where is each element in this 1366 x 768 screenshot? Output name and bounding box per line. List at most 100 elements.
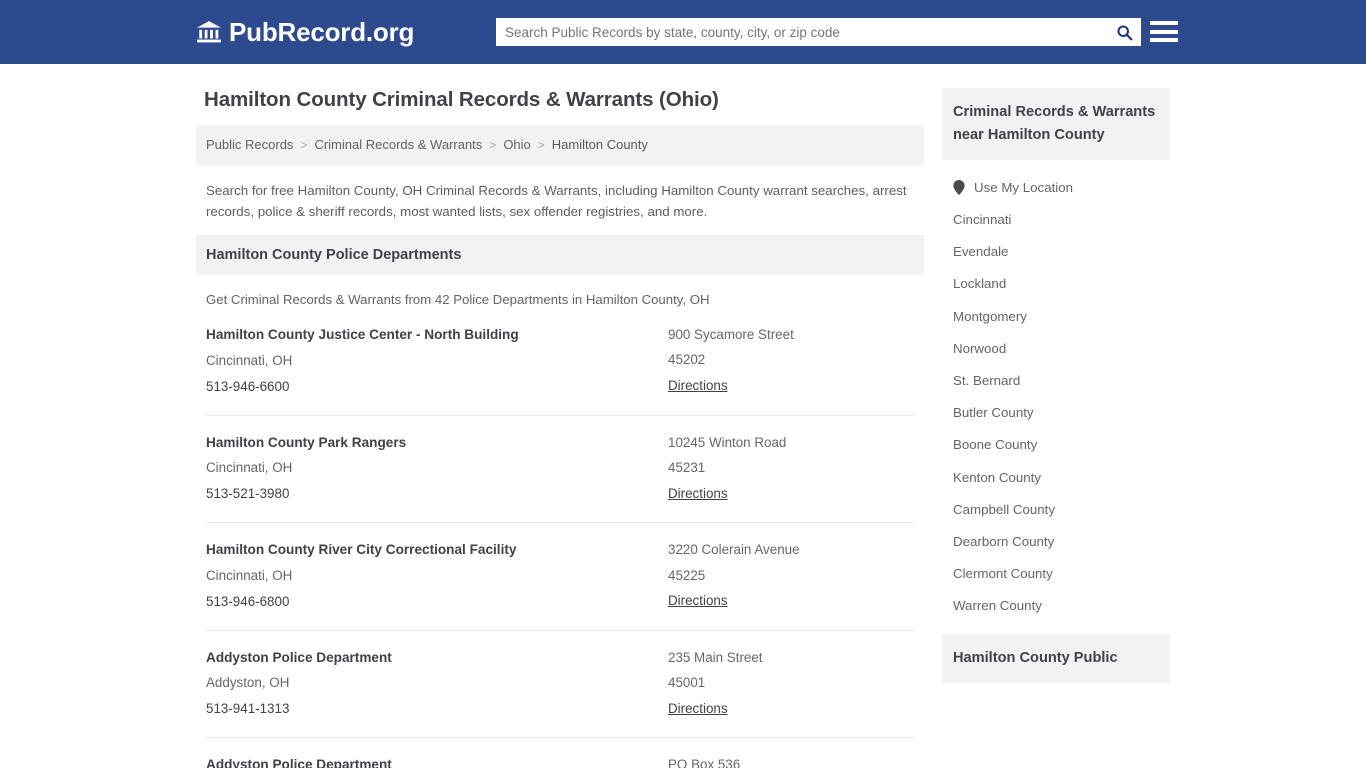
record-info: Hamilton County River City Correctional … [206,537,668,615]
sidebar-item-dearborn-county[interactable]: Dearborn County [942,525,1170,557]
record-zip: 45001 [668,675,706,691]
section-subtitle: Get Criminal Records & Warrants from 42 … [206,291,710,307]
record-info: Addyston Police DepartmentAddyston, OH51… [206,752,668,768]
sidebar-title: Criminal Records & Warrants near Hamilto… [942,88,1170,161]
record-city-state: Cincinnati, OH [206,460,293,476]
record-city-state: Addyston, OH [206,675,290,691]
search-bar [496,18,1141,46]
record-address-block: 10245 Winton Road 45231 Directions [668,430,914,508]
record-phone: 513-946-6800 [206,593,290,609]
breadcrumb-item-criminal-records[interactable]: Criminal Records & Warrants [314,137,482,154]
directions-link[interactable]: Directions [668,588,728,614]
record-city-state: Cincinnati, OH [206,567,293,583]
sidebar-item-label: Lockland [953,276,1007,292]
sidebar-item-norwood[interactable]: Norwood [942,332,1170,364]
sidebar-item-kenton-county[interactable]: Kenton County [942,461,1170,493]
breadcrumb-item-hamilton-county: Hamilton County [551,137,648,152]
sidebar-item-label: Dearborn County [953,533,1055,549]
record-name[interactable]: Hamilton County Justice Center - North B… [206,322,668,348]
record-name[interactable]: Addyston Police Department [206,645,668,671]
record-phone: 513-941-1313 [206,701,290,717]
record-info: Hamilton County Justice Center - North B… [206,322,668,400]
page-body: Hamilton County Criminal Records & Warra… [0,64,1366,768]
record-address: 3220 Colerain Avenue [668,542,800,558]
site-header: PubRecord.org [0,0,1366,64]
breadcrumb-separator: > [489,137,497,152]
table-row: Addyston Police DepartmentAddyston, OH51… [206,737,914,768]
sidebar-item-label: St. Bernard [953,372,1021,388]
section-title: Hamilton County Police Departments [196,234,924,275]
sidebar-item-label: Use My Location [974,179,1074,195]
record-name[interactable]: Addyston Police Department [206,752,668,768]
search-button[interactable] [1107,18,1141,46]
sidebar-item-evendale[interactable]: Evendale [942,236,1170,268]
content-wrapper: Hamilton County Criminal Records & Warra… [196,64,1170,768]
site-logo-text: PubRecord.org [229,17,415,47]
records-list: Hamilton County Justice Center - North B… [196,320,924,768]
sidebar-item-label: Boone County [953,437,1038,453]
record-info: Hamilton County Park Rangers Cincinnati, … [206,430,668,508]
hamburger-menu-icon-bar [1150,29,1178,34]
sidebar-item-label: Evendale [953,244,1009,260]
page-title: Hamilton County Criminal Records & Warra… [204,88,719,111]
sidebar-item-label: Clermont County [953,566,1053,582]
main-content: Hamilton County Criminal Records & Warra… [196,88,924,768]
breadcrumb: Public Records > Criminal Records & Warr… [196,125,924,166]
table-row: Hamilton County Park Rangers Cincinnati, … [206,414,914,523]
hamburger-menu-icon [1150,21,1178,25]
record-zip: 45231 [668,459,706,475]
sidebar-item-campbell-county[interactable]: Campbell County [942,493,1170,525]
record-name[interactable]: Hamilton County Park Rangers [206,430,668,456]
sidebar-item-boone-county[interactable]: Boone County [942,429,1170,461]
record-address-block: 235 Main Street 45001 Directions [668,645,914,723]
sidebar-item-use-my-location[interactable]: Use My Location [942,171,1170,203]
record-city-state: Cincinnati, OH [206,352,293,368]
sidebar-item-label: Cincinnati [953,212,1012,227]
record-info: Addyston Police Department Addyston, OH 51… [206,645,668,723]
site-logo[interactable]: PubRecord.org [196,19,414,45]
record-zip: 45225 [668,567,706,583]
sidebar-item-label: Norwood [953,340,1007,356]
bank-icon [197,21,221,43]
record-address-block: 3220 Colerain Avenue 45225 Directions [668,537,914,615]
table-row: Hamilton County Justice Center - North B… [206,320,914,415]
breadcrumb-item-public-records[interactable]: Public Records [206,137,293,154]
record-address: 10245 Winton Road [668,434,787,450]
table-row: Hamilton County River City Correctional … [206,522,914,630]
sidebar-item-st-bernard[interactable]: St. Bernard [942,364,1170,396]
directions-link[interactable]: Directions [668,481,728,507]
sidebar-nearby-list: Use My Location Cincinnati Evendale Locklan… [942,160,1170,622]
breadcrumb-item-ohio[interactable]: Ohio [503,137,530,154]
breadcrumb-separator: > [300,137,308,152]
sidebar-item-label: Butler County [953,405,1034,421]
record-phone: 513-946-6600 [206,378,290,394]
sidebar-secondary-title: Hamilton County Public [942,633,1170,684]
sidebar-item-label: Campbell County [953,501,1055,517]
sidebar: Criminal Records & Warrants near Hamilto… [942,88,1170,768]
map-pin-icon [953,179,965,195]
record-address-block: PO Box 53645001Directions [668,752,914,768]
breadcrumb-separator: > [537,137,545,152]
record-zip: 45202 [668,352,706,368]
record-phone: 513-521-3980 [206,486,290,502]
sidebar-item-label: Kenton County [953,469,1041,485]
sidebar-item-label: Montgomery [953,308,1027,324]
record-address: 900 Sycamore Street [668,326,794,342]
record-address: 235 Main Street [668,649,763,665]
sidebar-item-warren-county[interactable]: Warren County [942,590,1170,622]
directions-link[interactable]: Directions [668,696,728,722]
hamburger-menu-button[interactable] [1150,18,1178,45]
table-row: Addyston Police Department Addyston, OH 51… [206,629,914,738]
sidebar-item-montgomery[interactable]: Montgomery [942,300,1170,332]
sidebar-item-lockland[interactable]: Lockland [942,268,1170,300]
record-name[interactable]: Hamilton County River City Correctional … [206,537,668,563]
sidebar-item-label: Warren County [953,598,1042,614]
sidebar-item-clermont-county[interactable]: Clermont County [942,557,1170,589]
directions-link[interactable]: Directions [668,373,728,399]
sidebar-item-cincinnati[interactable]: Cincinnati [942,203,1170,235]
search-input[interactable] [496,19,1107,45]
sidebar-item-butler-county[interactable]: Butler County [942,397,1170,429]
page-description: Search for free Hamilton County, OH Crim… [206,182,907,220]
record-address-block: 900 Sycamore Street 45202 Directions [668,322,914,400]
hamburger-menu-icon-bar [1150,38,1178,42]
